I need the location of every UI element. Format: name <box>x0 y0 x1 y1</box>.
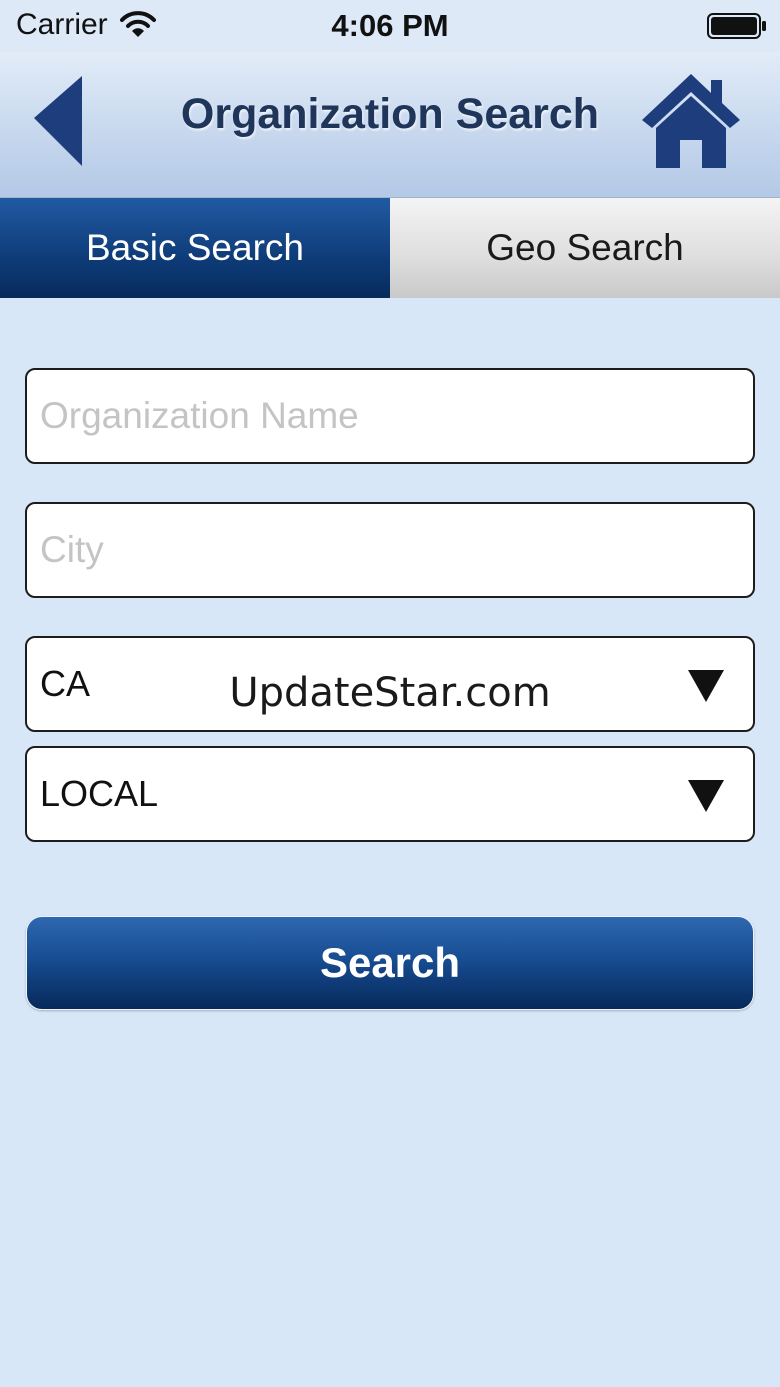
scope-select[interactable]: LOCAL <box>25 746 755 842</box>
back-arrow-icon[interactable] <box>30 72 90 172</box>
tab-geo-search-label: Geo Search <box>486 227 684 268</box>
scope-select-value: LOCAL <box>40 773 159 814</box>
dropdown-arrow-icon <box>688 670 724 702</box>
dropdown-arrow-icon <box>688 780 724 812</box>
state-select-value: CA <box>40 663 91 704</box>
navigation-bar: Organization Search <box>0 52 780 199</box>
search-button[interactable]: Search <box>26 916 754 1010</box>
search-button-label: Search <box>319 939 461 986</box>
tab-basic-search[interactable]: Basic Search <box>0 198 390 298</box>
status-bar: Carrier 4:06 PM <box>0 0 780 52</box>
status-time: 4:06 PM <box>331 8 449 43</box>
tab-basic-search-label: Basic Search <box>86 227 304 268</box>
city-field[interactable] <box>25 502 755 598</box>
page-title: Organization Search <box>180 90 600 138</box>
organization-name-input[interactable] <box>27 370 730 462</box>
state-select[interactable]: CA <box>25 636 755 732</box>
organization-name-field[interactable] <box>25 368 755 464</box>
home-icon[interactable] <box>638 70 744 172</box>
battery-icon <box>707 13 766 39</box>
tab-geo-search[interactable]: Geo Search <box>390 198 780 298</box>
city-input[interactable] <box>27 504 730 596</box>
